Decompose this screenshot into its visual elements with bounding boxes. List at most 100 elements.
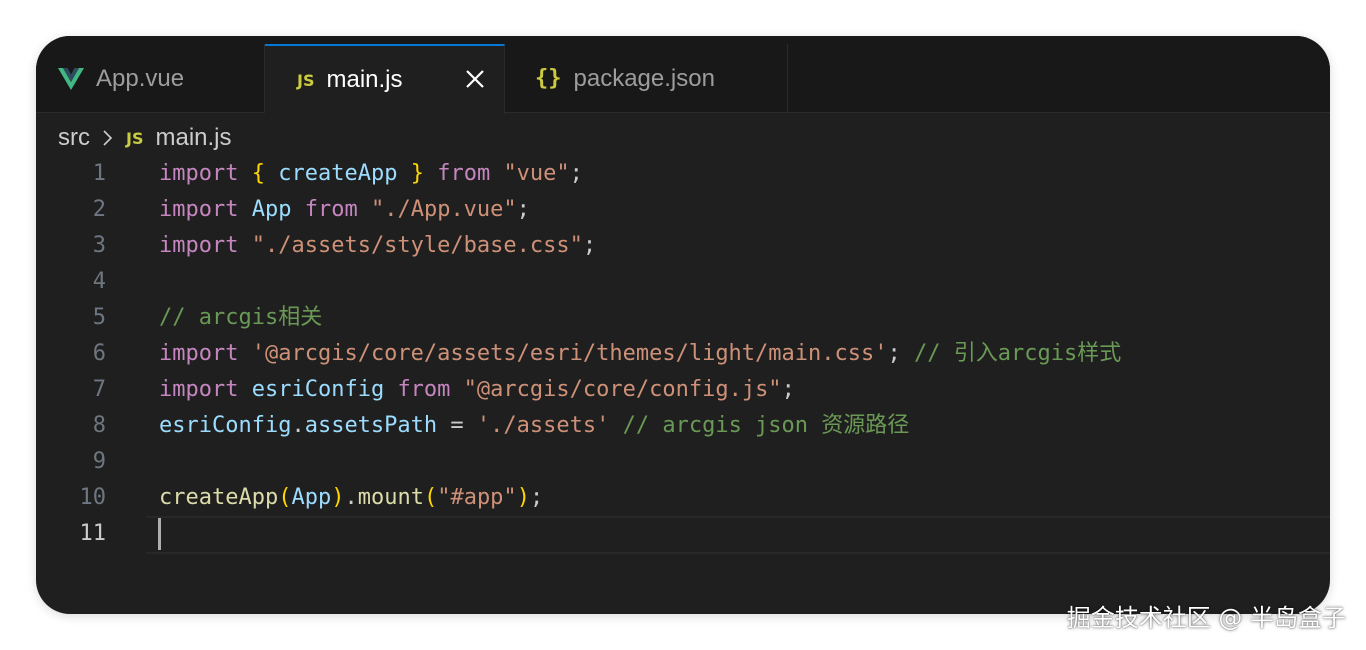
code-text: import esriConfig from "@arcgis/core/con… [159,372,795,408]
code-text: import App from "./App.vue"; [159,192,530,228]
code-line[interactable]: 6 import '@arcgis/core/assets/esri/themes… [36,336,1330,372]
js-icon: JS [126,128,144,148]
code-token: ; [516,197,530,222]
code-token: ; [887,341,914,366]
line-number: 11 [79,521,107,546]
close-icon[interactable] [462,66,488,92]
tab-label: App.vue [96,64,185,92]
code-text: import "./assets/style/base.css"; [159,228,596,264]
code-line[interactable]: 7 import esriConfig from "@arcgis/core/co… [36,372,1330,408]
code-token: "@arcgis/core/config.js" [463,377,782,402]
line-number: 9 [92,449,106,474]
code-token: import [159,197,239,222]
line-number: 5 [92,305,106,330]
code-line[interactable]: 5 // arcgis相关 [36,300,1330,336]
code-text: import '@arcgis/core/assets/esri/themes/… [159,336,1121,372]
code-token: "#app" [437,485,517,510]
line-number: 1 [92,161,106,186]
tab-bar: App.vue JS main.js {} package.json [36,36,1330,114]
line-number: 3 [92,233,106,258]
line-number: 7 [92,377,106,402]
tab-package-json[interactable]: {} package.json [505,44,788,113]
vue-icon [58,67,84,90]
code-token: esriConfig [159,413,292,438]
code-text: esriConfig.assetsPath = './assets' // ar… [159,408,909,444]
code-line[interactable]: 11 [36,516,1330,554]
code-token: App [291,485,332,510]
code-token: ; [529,485,544,510]
code-token: // arcgis相关 [159,305,323,330]
code-token: . [344,485,358,510]
code-token: from [437,161,491,186]
code-token: . [291,413,305,438]
line-number: 6 [92,341,106,366]
code-line[interactable]: 8 esriConfig.assetsPath = './assets' // a… [36,408,1330,444]
tab-main-js[interactable]: JS main.js [265,44,505,114]
code-token: from [397,377,451,402]
code-token: ; [582,233,597,258]
breadcrumb: src JS main.js [58,123,232,153]
code-token: App [251,197,292,222]
code-token: './assets' [476,413,610,438]
code-line[interactable]: 10 createApp(App).mount("#app"); [36,480,1330,516]
current-line-highlight [146,516,1330,554]
code-token: createApp [278,161,398,186]
code-token: '@arcgis/core/assets/esri/themes/light/m… [251,341,888,366]
code-line[interactable]: 4 [36,264,1330,300]
code-line[interactable]: 1 import { createApp } from "vue"; [36,156,1330,192]
code-token: mount [357,485,424,510]
code-token: createApp [159,485,279,510]
code-line[interactable]: 2 import App from "./App.vue"; [36,192,1330,228]
code-text: import { createApp } from "vue"; [159,156,583,192]
js-icon: JS [297,70,315,90]
code-token: import [159,161,239,186]
code-token: "./App.vue" [370,197,517,222]
code-token: = [437,413,477,438]
code-token: esriConfig [251,377,385,402]
json-icon: {} [535,66,562,91]
code-token: } [410,161,424,186]
watermark: 掘金技术社区 @ 半岛盒子 [1066,604,1346,632]
line-number: 2 [92,197,106,222]
code-token: ; [781,377,795,402]
code-token: ; [569,161,583,186]
code-token: assetsPath [304,413,438,438]
tab-app-vue[interactable]: App.vue [36,44,265,113]
chevron-right-icon [102,129,114,147]
tab-label: main.js [326,66,403,93]
code-token: { [251,161,265,186]
breadcrumb-file[interactable]: main.js [155,124,231,152]
code-line[interactable]: 3 import "./assets/style/base.css"; [36,228,1330,264]
code-token: "./assets/style/base.css" [251,233,583,258]
code-token: // 引入arcgis样式 [914,341,1122,366]
line-number: 10 [79,485,107,510]
breadcrumb-folder[interactable]: src [58,124,90,152]
code-token: import [159,377,239,402]
code-token: ) [516,485,530,510]
tab-label: package.json [573,64,715,92]
line-number: 4 [92,269,106,294]
code-line[interactable]: 9 [36,444,1330,480]
code-text: createApp(App).mount("#app"); [159,480,543,516]
code-token: import [159,233,239,258]
code-token: ( [278,485,292,510]
code-token: // arcgis json 资源路径 [622,413,910,438]
code-token: from [304,197,358,222]
code-token: "vue" [503,161,570,186]
code-text: // arcgis相关 [159,300,322,336]
code-token: ( [423,485,438,510]
code-token: import [159,341,239,366]
